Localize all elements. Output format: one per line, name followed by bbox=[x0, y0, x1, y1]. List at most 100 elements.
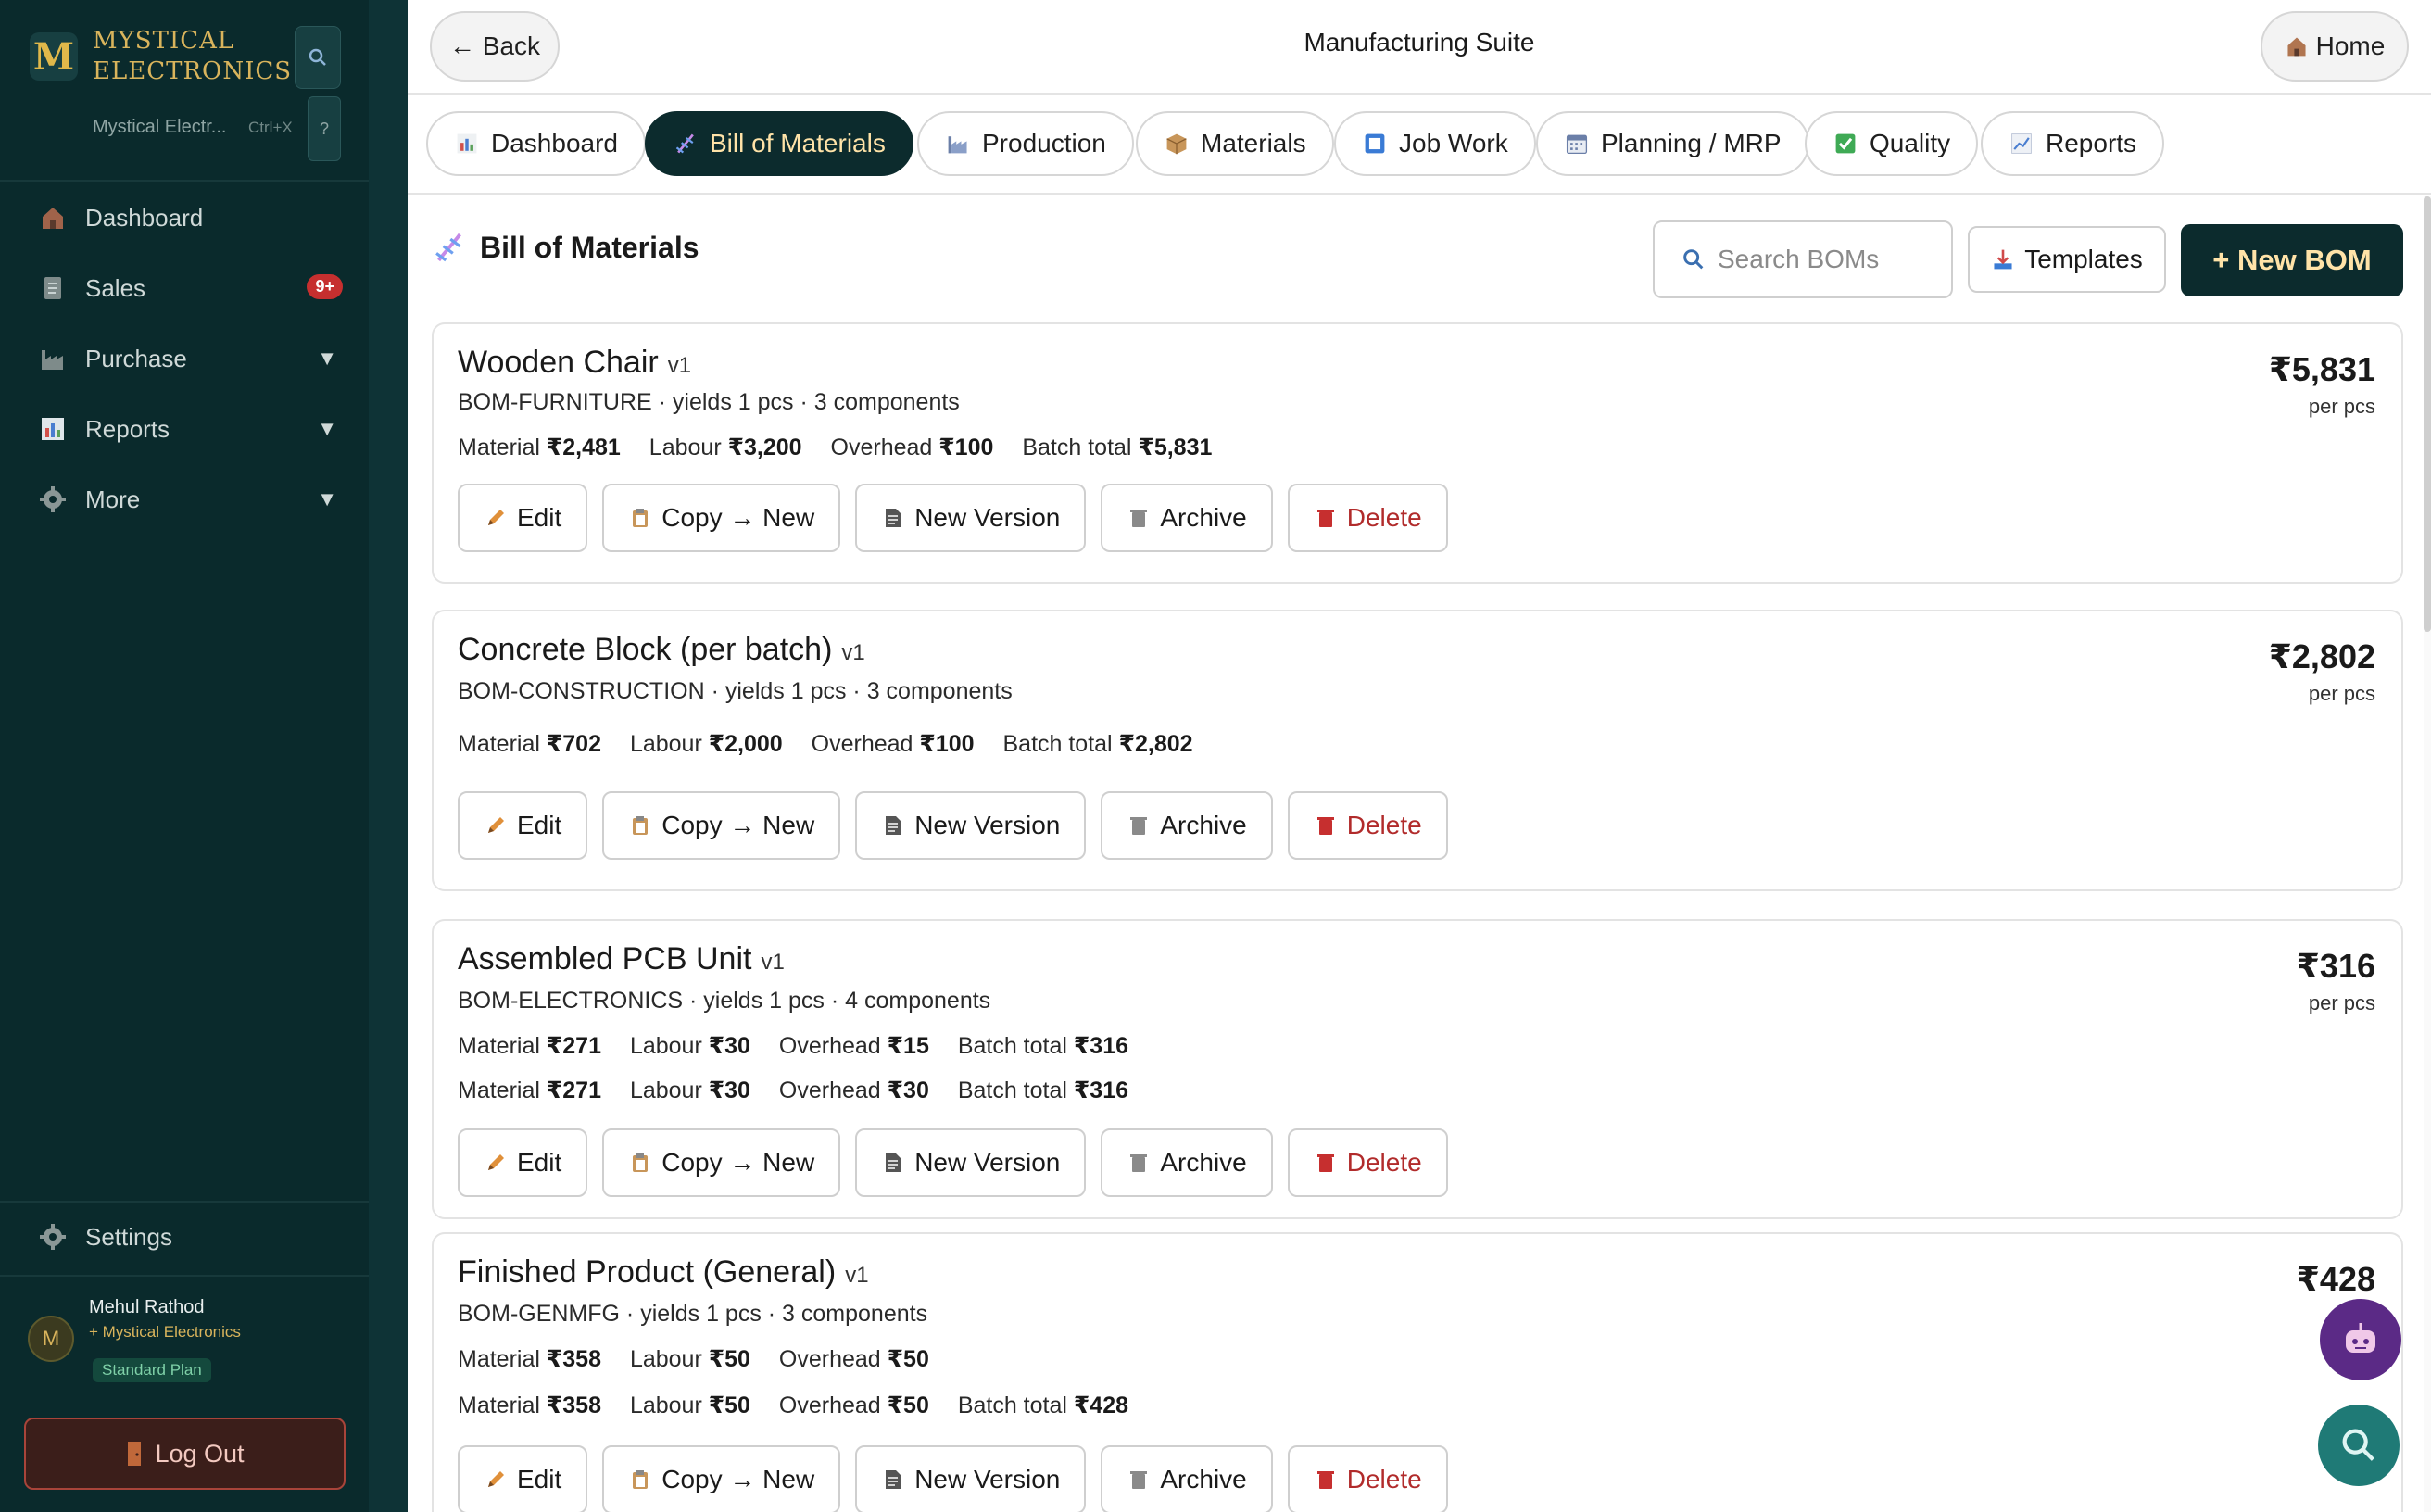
batch-total: Batch total ₹428 bbox=[957, 1392, 1129, 1418]
archive-button[interactable]: Archive bbox=[1101, 484, 1273, 552]
delete-button[interactable]: Delete bbox=[1287, 791, 1448, 860]
edit-button[interactable]: Edit bbox=[458, 1128, 588, 1197]
trash-icon bbox=[1127, 813, 1151, 838]
price-unit: per pcs bbox=[2308, 395, 2375, 418]
material-cost: Material ₹358 bbox=[458, 1346, 601, 1372]
overhead-cost: Overhead ₹15 bbox=[778, 1033, 929, 1059]
clipboard-icon bbox=[628, 1151, 652, 1175]
sidebar-item-sales[interactable]: Sales 9+ bbox=[37, 265, 343, 311]
back-button[interactable]: ← Back bbox=[430, 11, 560, 82]
tab-dashboard[interactable]: Dashboard bbox=[426, 111, 646, 176]
logout-button[interactable]: Log Out bbox=[24, 1418, 346, 1490]
new-bom-button[interactable]: + New BOM bbox=[2181, 224, 2403, 296]
copy-new-button[interactable]: Copy → New bbox=[602, 1445, 841, 1512]
module-tabs: Dashboard Bill of Materials Production M… bbox=[408, 96, 2431, 195]
clipboard-icon bbox=[628, 1468, 652, 1492]
new-version-button[interactable]: New Version bbox=[855, 1445, 1087, 1512]
bom-price: ₹2,802 bbox=[2268, 637, 2375, 675]
sidebar-item-more[interactable]: More ▼ bbox=[37, 476, 343, 523]
bom-meta: BOM-FURNITURE · yields 1 pcs · 3 compone… bbox=[458, 389, 960, 415]
check-icon bbox=[1833, 131, 1858, 157]
home-button[interactable]: Home bbox=[2261, 11, 2409, 82]
tab-job-work[interactable]: Job Work bbox=[1334, 111, 1536, 176]
cost-line: Material ₹702 Labour ₹2,000 Overhead ₹10… bbox=[458, 730, 1216, 758]
batch-total: Batch total ₹316 bbox=[957, 1033, 1129, 1059]
document-icon bbox=[37, 272, 69, 304]
avatar: M bbox=[28, 1316, 74, 1362]
copy-new-button[interactable]: Copy → New bbox=[602, 484, 841, 552]
bom-price: ₹316 bbox=[2296, 947, 2375, 985]
search-icon bbox=[309, 48, 326, 66]
search-icon bbox=[1683, 249, 1704, 270]
material-cost: Material ₹358 bbox=[458, 1392, 601, 1418]
bom-meta: BOM-GENMFG · yields 1 pcs · 3 components bbox=[458, 1301, 928, 1327]
clipboard-icon bbox=[628, 506, 652, 530]
tab-planning-mrp[interactable]: Planning / MRP bbox=[1536, 111, 1809, 176]
brand[interactable]: M MYSTICAL ELECTRONICS bbox=[30, 26, 292, 87]
bom-title[interactable]: Wooden Chair v1 bbox=[458, 345, 691, 381]
delete-button[interactable]: Delete bbox=[1287, 1128, 1448, 1197]
bom-title[interactable]: Finished Product (General) v1 bbox=[458, 1254, 869, 1291]
house-icon bbox=[37, 202, 69, 233]
new-version-button[interactable]: New Version bbox=[855, 791, 1087, 860]
search-icon bbox=[2342, 1429, 2374, 1461]
help-button[interactable]: ? bbox=[308, 96, 341, 161]
copy-new-button[interactable]: Copy → New bbox=[602, 791, 841, 860]
sidebar-item-settings[interactable]: Settings bbox=[37, 1214, 343, 1260]
search-input[interactable]: Search BOMs bbox=[1653, 220, 1953, 298]
archive-button[interactable]: Archive bbox=[1101, 791, 1273, 860]
trash-icon bbox=[1314, 813, 1338, 838]
sidebar-item-reports[interactable]: Reports ▼ bbox=[37, 406, 343, 452]
bom-title[interactable]: Assembled PCB Unit v1 bbox=[458, 941, 785, 977]
bar-chart-icon bbox=[37, 413, 69, 445]
bom-actions: Edit Copy → New New Version Archive Dele… bbox=[458, 484, 1463, 552]
bar-chart-icon bbox=[454, 131, 480, 157]
edit-button[interactable]: Edit bbox=[458, 791, 588, 860]
search-placeholder: Search BOMs bbox=[1718, 245, 1880, 273]
edit-button[interactable]: Edit bbox=[458, 1445, 588, 1512]
bom-price: ₹428 bbox=[2296, 1260, 2375, 1298]
pencil-icon bbox=[484, 813, 508, 838]
new-version-button[interactable]: New Version bbox=[855, 1128, 1087, 1197]
overhead-cost: Overhead ₹100 bbox=[811, 731, 975, 757]
sidebar-search-button[interactable] bbox=[295, 26, 341, 89]
dna-icon bbox=[673, 131, 699, 157]
notification-badge: 9+ bbox=[307, 274, 343, 299]
tab-materials[interactable]: Materials bbox=[1136, 111, 1334, 176]
gear-icon bbox=[37, 484, 69, 515]
top-bar: Manufacturing Suite ← Back Home bbox=[408, 0, 2431, 94]
edit-button[interactable]: Edit bbox=[458, 484, 588, 552]
bom-version: v1 bbox=[845, 1263, 869, 1288]
org-switcher[interactable]: Mystical Electr... bbox=[93, 117, 226, 138]
scrollbar-thumb[interactable] bbox=[2424, 196, 2431, 632]
clipboard-icon bbox=[628, 813, 652, 838]
sidebar: M MYSTICAL ELECTRONICS Mystical Electr..… bbox=[0, 0, 369, 1512]
new-version-button[interactable]: New Version bbox=[855, 484, 1087, 552]
tab-quality[interactable]: Quality bbox=[1805, 111, 1979, 176]
trash-icon bbox=[1314, 1151, 1338, 1175]
tab-bill-of-materials[interactable]: Bill of Materials bbox=[645, 111, 913, 176]
archive-button[interactable]: Archive bbox=[1101, 1445, 1273, 1512]
templates-button[interactable]: Templates bbox=[1968, 226, 2166, 293]
assistant-fab[interactable] bbox=[2320, 1299, 2401, 1380]
cost-line: Material ₹2,481 Labour ₹3,200 Overhead ₹… bbox=[458, 434, 1234, 461]
archive-button[interactable]: Archive bbox=[1101, 1128, 1273, 1197]
trend-chart-icon bbox=[2009, 131, 2034, 157]
bom-actions: Edit Copy → New New Version Archive Dele… bbox=[458, 1445, 1463, 1512]
tab-production[interactable]: Production bbox=[917, 111, 1134, 176]
bom-title[interactable]: Concrete Block (per batch) v1 bbox=[458, 632, 865, 668]
search-fab[interactable] bbox=[2318, 1405, 2400, 1486]
overhead-cost: Overhead ₹50 bbox=[778, 1392, 929, 1418]
sidebar-item-purchase[interactable]: Purchase ▼ bbox=[37, 335, 343, 382]
scrollbar[interactable] bbox=[2424, 196, 2431, 1512]
delete-button[interactable]: Delete bbox=[1287, 1445, 1448, 1512]
factory-icon bbox=[37, 343, 69, 374]
pencil-icon bbox=[484, 1151, 508, 1175]
user-card[interactable]: M Mehul Rathod + Mystical Electronics St… bbox=[28, 1297, 343, 1390]
delete-button[interactable]: Delete bbox=[1287, 484, 1448, 552]
copy-new-button[interactable]: Copy → New bbox=[602, 1128, 841, 1197]
divider bbox=[0, 180, 369, 182]
sidebar-item-dashboard[interactable]: Dashboard bbox=[37, 195, 343, 241]
trash-icon bbox=[1127, 1151, 1151, 1175]
tab-reports[interactable]: Reports bbox=[1981, 111, 2165, 176]
